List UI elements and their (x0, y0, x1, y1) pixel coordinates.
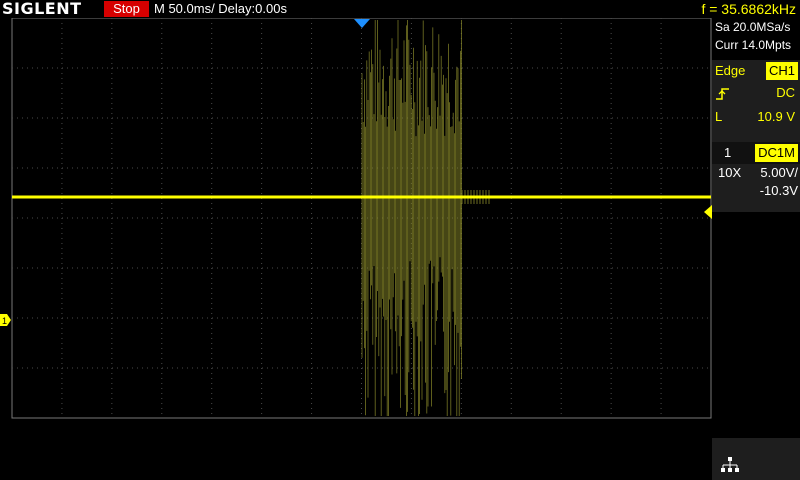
trigger-type: Edge (715, 63, 746, 78)
channel1-panel[interactable]: 1 DC1M 10X 5.00V/ -10.3V (712, 142, 800, 212)
status-bar: SIGLENT Stop M 50.0ms/ Delay:0.00s f = 3… (0, 0, 800, 18)
run-stop-status[interactable]: Stop (104, 1, 149, 17)
frequency-counter: f = 35.6862kHz (701, 1, 796, 17)
channel-number: 1 (724, 145, 732, 160)
trigger-panel[interactable]: Edge CH1 DC L 10.9 V (712, 60, 800, 150)
waveform-graticule: 1 (0, 18, 712, 419)
channel1-ground-marker[interactable]: 1 (0, 314, 11, 326)
right-info-panel: Sa 20.0MSa/s Curr 14.0Mpts Edge CH1 DC L… (712, 18, 800, 480)
network-icon (721, 457, 739, 472)
trigger-level-label: L (715, 109, 723, 124)
trigger-source[interactable]: CH1 (765, 62, 798, 80)
memory-depth: Curr 14.0Mpts (715, 38, 792, 52)
rising-edge-icon (715, 86, 731, 108)
timebase-readout[interactable]: M 50.0ms/ Delay:0.00s (154, 0, 287, 18)
network-status[interactable] (712, 438, 800, 480)
burst-waveform (361, 20, 490, 416)
trigger-level-value: 10.9 V (757, 109, 795, 124)
trigger-delay-marker[interactable] (354, 19, 370, 28)
waveform-display[interactable]: 1 (0, 18, 800, 480)
grid-lines (11, 18, 712, 419)
vertical-offset: -10.3V (759, 183, 798, 198)
brand-logo: SIGLENT (2, 0, 82, 18)
channel-coupling[interactable]: DC1M (755, 144, 798, 162)
trigger-coupling: DC (776, 85, 795, 100)
channel1-marker-label: 1 (2, 316, 7, 326)
sample-rate: Sa 20.0MSa/s (715, 20, 791, 34)
trigger-level-marker[interactable] (704, 205, 712, 219)
